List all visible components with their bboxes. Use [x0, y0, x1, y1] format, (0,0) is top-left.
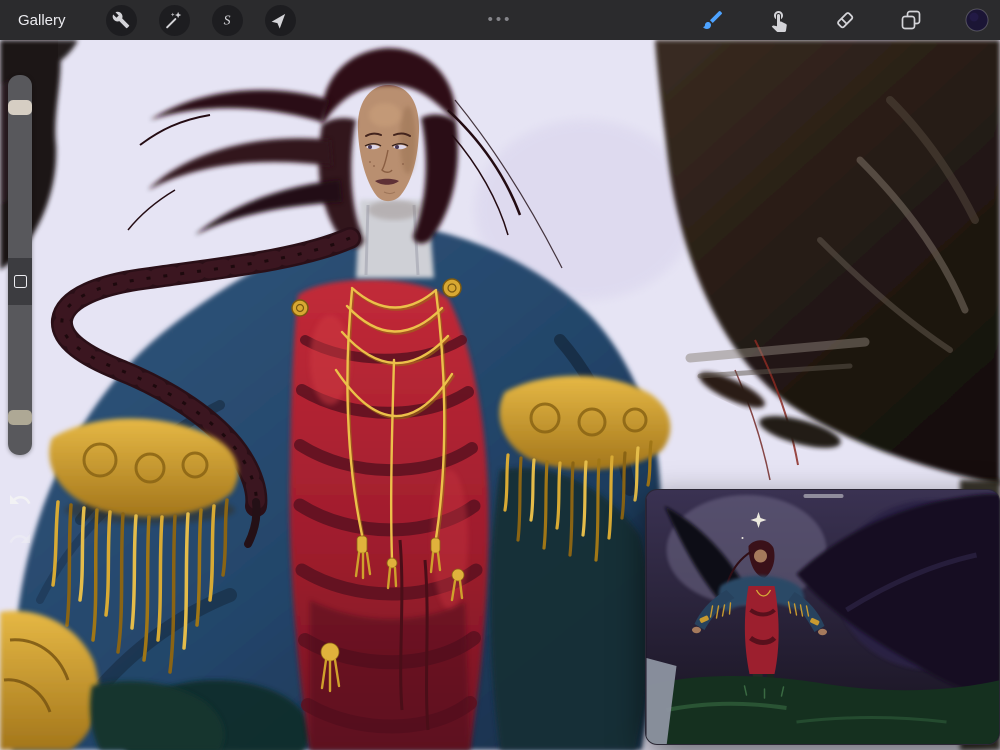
- actions-button[interactable]: [105, 4, 137, 36]
- undo-button[interactable]: [8, 488, 32, 512]
- eraser-icon: [837, 12, 854, 29]
- magic-wand-icon: [166, 11, 182, 29]
- reference-preview-image: [646, 490, 999, 744]
- drag-handle[interactable]: [803, 494, 844, 498]
- selection-button[interactable]: S: [211, 4, 243, 36]
- brush-size-handle[interactable]: [8, 100, 32, 115]
- red-garment-shape: [289, 279, 489, 750]
- gallery-button[interactable]: Gallery: [18, 12, 66, 29]
- square-icon: [13, 275, 27, 288]
- modify-button[interactable]: [8, 258, 32, 305]
- color-tool[interactable]: [964, 7, 990, 33]
- adjustments-button[interactable]: [158, 4, 190, 36]
- paint-tools-group: [700, 0, 990, 40]
- brush-size-slider[interactable]: [8, 75, 32, 258]
- redo-arrow-icon: [9, 534, 30, 543]
- redo-button[interactable]: [8, 527, 32, 551]
- svg-text:S: S: [224, 13, 231, 28]
- paintbrush-icon: [703, 10, 723, 29]
- wrench-icon: [112, 11, 130, 29]
- canvas-options-dots[interactable]: •••: [488, 11, 513, 28]
- transform-arrow-icon: [271, 13, 286, 29]
- smudge-finger-icon: [771, 11, 787, 32]
- sidebar-sliders: [8, 75, 32, 455]
- paint-brush-tool[interactable]: [700, 7, 726, 33]
- top-toolbar: Gallery S •••: [0, 0, 1000, 40]
- transform-button[interactable]: [264, 4, 296, 36]
- eraser-tool[interactable]: [832, 7, 858, 33]
- opacity-handle[interactable]: [8, 410, 32, 425]
- opacity-slider[interactable]: [8, 305, 32, 455]
- undo-arrow-icon: [10, 495, 31, 504]
- color-swatch-circle: [965, 8, 989, 32]
- selection-s-icon: S: [224, 13, 231, 28]
- layers-tool[interactable]: [898, 7, 924, 33]
- smudge-tool[interactable]: [766, 7, 792, 33]
- reference-panel[interactable]: [645, 489, 1000, 745]
- layers-icon: [901, 10, 921, 30]
